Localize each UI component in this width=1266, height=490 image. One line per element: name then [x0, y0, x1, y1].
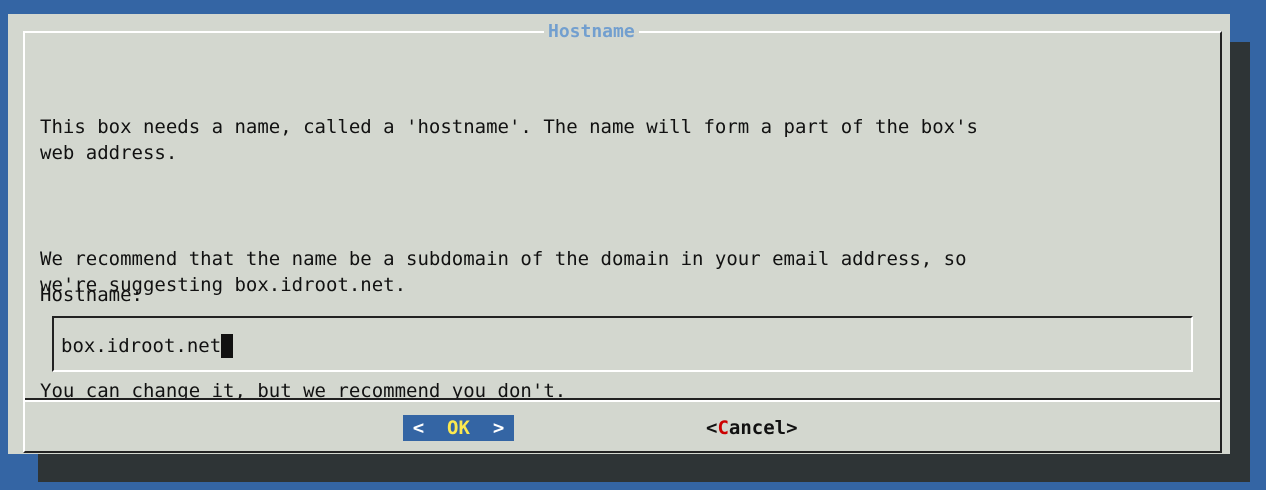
dialog-title: Hostname: [544, 22, 639, 42]
cancel-button-prefix: <: [706, 417, 718, 439]
ok-button-prefix: <: [412, 417, 448, 439]
ok-button-hotkey: OK: [447, 417, 470, 439]
hostname-label: Hostname:: [40, 284, 143, 306]
dialog-message: This box needs a name, called a 'hostnam…: [40, 62, 1220, 484]
hostname-dialog: Hostname This box needs a name, called a…: [8, 14, 1230, 454]
hostname-input[interactable]: box.idroot.net: [52, 316, 1193, 372]
text-cursor: [221, 334, 234, 358]
cancel-button-suffix: ancel>: [728, 417, 798, 439]
ok-button[interactable]: < OK >: [403, 415, 514, 441]
hostname-input-value[interactable]: box.idroot.net: [61, 334, 234, 358]
message-paragraph-2: We recommend that the name be a subdomai…: [40, 248, 967, 296]
ok-button-suffix: >: [469, 417, 505, 439]
cancel-button-hotkey: C: [717, 417, 729, 439]
button-separator: [25, 398, 1220, 402]
hostname-value-text[interactable]: box.idroot.net: [61, 335, 221, 357]
message-paragraph-1: This box needs a name, called a 'hostnam…: [40, 116, 978, 164]
cancel-button[interactable]: <Cancel>: [706, 415, 798, 441]
